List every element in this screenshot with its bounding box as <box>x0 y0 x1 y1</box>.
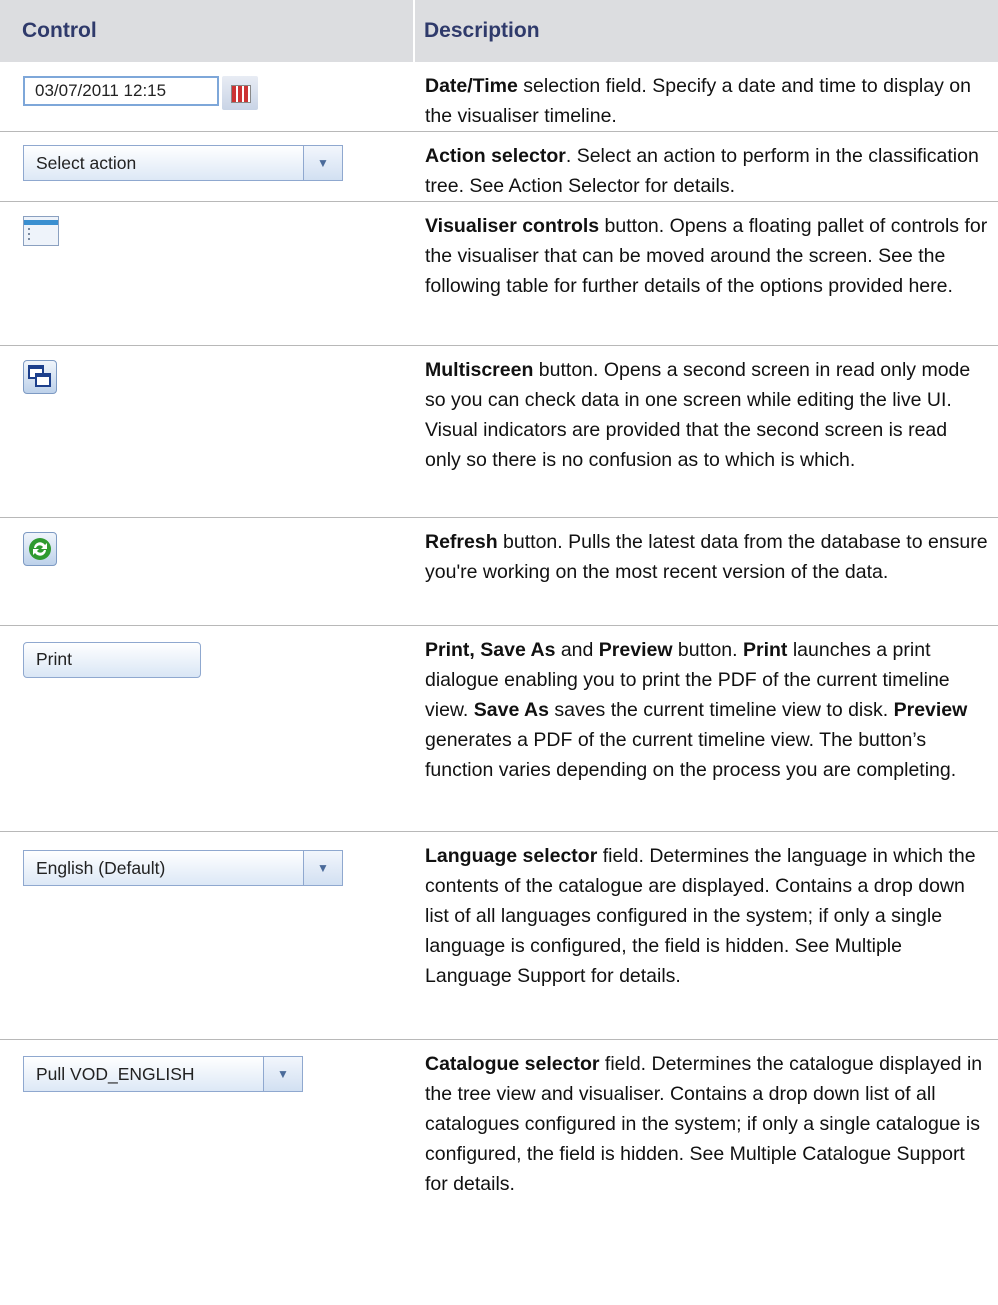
chevron-down-icon[interactable]: ▼ <box>303 146 342 180</box>
visualiser-controls-icon <box>23 216 59 246</box>
description-cell: Language selector field. Determines the … <box>415 832 998 1039</box>
description-cell: Action selector. Select an action to per… <box>415 132 998 201</box>
description-bold-term: Refresh <box>425 531 498 553</box>
control-cell: English (Default) ▼ <box>0 832 415 1039</box>
control-cell: Print <box>0 626 415 831</box>
table-header: Control Description <box>0 0 998 62</box>
description-bold-term: Save As <box>473 699 549 721</box>
refresh-button[interactable] <box>23 532 57 566</box>
catalogue-selector-value: Pull VOD_ENGLISH <box>36 1063 195 1084</box>
table-row: English (Default) ▼ Language selector fi… <box>0 832 998 1040</box>
description-bold-term: Preview <box>598 639 673 661</box>
table-row: Visualiser controls button. Opens a floa… <box>0 202 998 346</box>
description-text: saves the current timeline view to disk. <box>548 699 894 721</box>
visualiser-controls-button[interactable] <box>23 216 59 248</box>
header-description: Description <box>424 19 540 42</box>
table-row: Refresh button. Pulls the latest data fr… <box>0 518 998 626</box>
description-bold-term: Multiscreen <box>425 359 534 381</box>
language-selector-value: English (Default) <box>36 857 166 878</box>
description-cell: Print, Save As and Preview button. Print… <box>415 626 998 831</box>
description-bold-term: Visualiser controls <box>425 215 600 237</box>
table-row: 03/07/2011 12:15 Date/Time selection fie… <box>0 62 998 132</box>
description-bold-term: Action selector <box>425 145 566 167</box>
control-cell: Pull VOD_ENGLISH ▼ <box>0 1040 415 1240</box>
description-cell: Date/Time selection field. Specify a dat… <box>415 62 998 131</box>
catalogue-selector[interactable]: Pull VOD_ENGLISH ▼ <box>23 1056 303 1092</box>
header-control: Control <box>0 0 415 62</box>
description-text: button. <box>672 639 743 661</box>
multiscreen-icon <box>23 360 57 394</box>
table-row: Select action ▼ Action selector. Select … <box>0 132 998 202</box>
description-bold-term: Print <box>742 639 788 661</box>
multiscreen-button[interactable] <box>23 360 57 394</box>
print-button[interactable]: Print <box>23 642 201 678</box>
description-cell: Visualiser controls button. Opens a floa… <box>415 202 998 345</box>
action-selector[interactable]: Select action ▼ <box>23 145 343 181</box>
datetime-field[interactable]: 03/07/2011 12:15 <box>23 76 219 106</box>
language-selector[interactable]: English (Default) ▼ <box>23 850 343 886</box>
calendar-icon[interactable] <box>222 76 258 110</box>
table-row: Print Print, Save As and Preview button.… <box>0 626 998 832</box>
control-cell <box>0 346 415 517</box>
description-bold-term: Language selector <box>425 845 598 867</box>
description-cell: Refresh button. Pulls the latest data fr… <box>415 518 998 625</box>
table-row: Multiscreen button. Opens a second scree… <box>0 346 998 518</box>
control-cell <box>0 202 415 345</box>
refresh-icon <box>23 532 57 566</box>
chevron-down-icon[interactable]: ▼ <box>303 851 342 885</box>
description-text: button. Pulls the latest data from the d… <box>425 531 988 583</box>
controls-table: Control Description 03/07/2011 12:15 Dat… <box>0 0 998 1240</box>
control-cell: Select action ▼ <box>0 132 415 201</box>
control-cell <box>0 518 415 625</box>
chevron-down-icon[interactable]: ▼ <box>263 1057 302 1091</box>
description-cell: Catalogue selector field. Determines the… <box>415 1040 998 1240</box>
description-text: generates a PDF of the current timeline … <box>425 729 957 781</box>
description-text: and <box>555 639 599 661</box>
description-bold-term: Preview <box>893 699 968 721</box>
description-cell: Multiscreen button. Opens a second scree… <box>415 346 998 517</box>
description-bold-term: Catalogue selector <box>425 1053 600 1075</box>
action-selector-value: Select action <box>36 152 137 173</box>
table-row: Pull VOD_ENGLISH ▼ Catalogue selector fi… <box>0 1040 998 1240</box>
control-cell: 03/07/2011 12:15 <box>0 62 415 131</box>
description-bold-term: Print, Save As <box>425 639 556 661</box>
description-bold-term: Date/Time <box>425 75 518 97</box>
